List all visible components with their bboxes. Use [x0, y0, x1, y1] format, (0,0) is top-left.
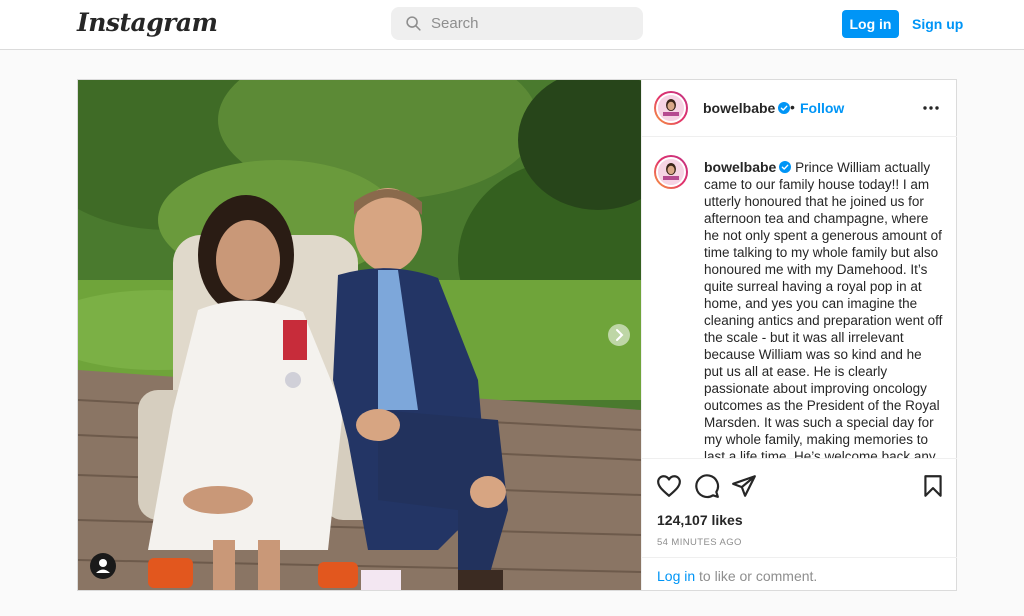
search-box[interactable]	[391, 7, 643, 40]
caption-username[interactable]: bowelbabe	[704, 159, 776, 175]
post-actions: 124,107 likes 54 MINUTES AGO Log in to l…	[642, 458, 957, 590]
follow-button[interactable]: Follow	[800, 100, 844, 116]
post-header: bowelbabe • Follow	[642, 80, 957, 137]
post-card: bowelbabe • Follow bowelbabe Prince Will…	[77, 79, 957, 591]
more-options-icon[interactable]	[922, 100, 940, 116]
login-prompt: Log in to like or comment.	[642, 557, 957, 591]
separator-dot: •	[790, 99, 795, 115]
likes-count[interactable]: 124,107 likes	[657, 512, 743, 528]
username-link[interactable]: bowelbabe	[703, 100, 791, 118]
bookmark-icon[interactable]	[920, 473, 946, 499]
caption-area[interactable]: bowelbabe Prince William actually came t…	[642, 137, 957, 458]
post-timestamp[interactable]: 54 MINUTES AGO	[657, 537, 742, 548]
post-photo[interactable]	[78, 80, 641, 590]
comment-icon[interactable]	[694, 473, 720, 499]
search-icon	[406, 16, 421, 31]
caption-text: Prince William actually came to our fami…	[704, 160, 943, 458]
heart-icon[interactable]	[656, 473, 682, 499]
share-icon[interactable]	[731, 473, 757, 499]
search-input[interactable]	[431, 7, 631, 40]
next-arrow-icon[interactable]	[608, 324, 630, 346]
login-link[interactable]: Log in	[657, 568, 695, 584]
verified-badge-icon	[778, 102, 791, 114]
user-tag-icon[interactable]	[90, 553, 116, 579]
login-prompt-text: to like or comment.	[695, 568, 818, 584]
caption: bowelbabe Prince William actually came t…	[704, 159, 944, 458]
username[interactable]: bowelbabe	[703, 100, 775, 116]
verified-badge-icon	[779, 161, 792, 173]
instagram-logo[interactable]: Instagram	[77, 8, 218, 37]
avatar[interactable]	[654, 91, 688, 125]
caption-avatar[interactable]	[654, 155, 688, 189]
signup-button[interactable]: Sign up	[912, 10, 963, 38]
top-navigation-bar: Instagram Log in Sign up	[0, 0, 1024, 50]
login-button[interactable]: Log in	[842, 10, 899, 38]
post-side-panel: bowelbabe • Follow bowelbabe Prince Will…	[641, 80, 957, 590]
